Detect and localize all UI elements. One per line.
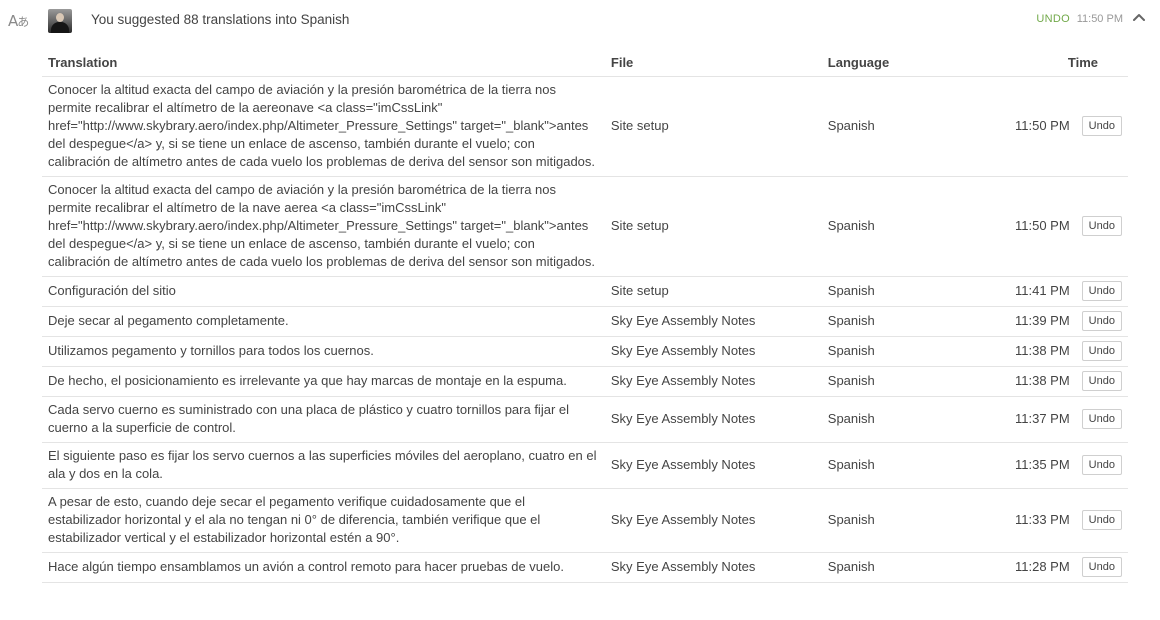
language-cell: Spanish: [821, 442, 984, 489]
time-cell: 11:33 PM: [983, 488, 1076, 553]
action-cell: Undo: [1075, 176, 1128, 277]
column-header-time: Time: [983, 50, 1128, 77]
language-cell: Spanish: [821, 488, 984, 553]
file-cell: Sky Eye Assembly Notes: [604, 396, 822, 443]
table-row: Deje secar al pegamento completamente. Sk…: [42, 306, 1128, 337]
action-cell: Undo: [1075, 366, 1128, 397]
time-cell: 11:38 PM: [983, 336, 1076, 367]
table-row: Utilizamos pegamento y tornillos para to…: [42, 336, 1128, 367]
activity-time: 11:50 PM: [1076, 13, 1123, 25]
file-cell: Site setup: [604, 76, 822, 177]
column-header-file: File: [604, 50, 822, 77]
action-cell: Undo: [1075, 336, 1128, 367]
time-cell: 11:39 PM: [983, 306, 1076, 337]
column-header-translation: Translation: [42, 50, 605, 77]
language-cell: Spanish: [821, 336, 984, 367]
action-cell: Undo: [1075, 276, 1128, 307]
file-cell: Sky Eye Assembly Notes: [604, 336, 822, 367]
file-cell: Sky Eye Assembly Notes: [604, 442, 822, 489]
translation-cell: De hecho, el posicionamiento es irreleva…: [42, 366, 605, 397]
translation-cell: Cada servo cuerno es suministrado con un…: [42, 396, 605, 443]
table-row: Conocer la altitud exacta del campo de a…: [42, 176, 1128, 277]
time-cell: 11:50 PM: [983, 176, 1076, 277]
time-cell: 11:41 PM: [983, 276, 1076, 307]
action-cell: Undo: [1075, 306, 1128, 337]
language-cell: Spanish: [821, 76, 984, 177]
language-cell: Spanish: [821, 276, 984, 307]
time-cell: 11:38 PM: [983, 366, 1076, 397]
time-cell: 11:50 PM: [983, 76, 1076, 177]
action-cell: Undo: [1075, 76, 1128, 177]
table-header-row: Translation File Language Time: [42, 50, 1128, 77]
translation-cell: Utilizamos pegamento y tornillos para to…: [42, 336, 605, 367]
translation-cell: Deje secar al pegamento completamente.: [42, 306, 605, 337]
undo-button[interactable]: Undo: [1081, 510, 1122, 530]
avatar-body: [51, 22, 69, 33]
time-cell: 11:28 PM: [983, 552, 1076, 583]
table-body: Conocer la altitud exacta del campo de a…: [42, 76, 1128, 583]
time-cell: 11:35 PM: [983, 442, 1076, 489]
undo-button[interactable]: Undo: [1081, 557, 1122, 577]
avatar-head: [56, 13, 64, 22]
activity-summary: You suggested 88 translations into Spani…: [91, 12, 350, 27]
undo-button[interactable]: Undo: [1081, 371, 1122, 391]
undo-button[interactable]: Undo: [1081, 409, 1122, 429]
activity-entry: Aあ You suggested 88 translations into Sp…: [0, 0, 1160, 620]
table-row: De hecho, el posicionamiento es irreleva…: [42, 366, 1128, 397]
language-cell: Spanish: [821, 552, 984, 583]
language-cell: Spanish: [821, 366, 984, 397]
translation-cell: Hace algún tiempo ensamblamos un avión a…: [42, 552, 605, 583]
undo-button[interactable]: Undo: [1081, 311, 1122, 331]
table-row: Conocer la altitud exacta del campo de a…: [42, 76, 1128, 177]
undo-button[interactable]: Undo: [1081, 281, 1122, 301]
translation-cell: Conocer la altitud exacta del campo de a…: [42, 176, 605, 277]
language-cell: Spanish: [821, 396, 984, 443]
translation-cell: El siguiente paso es fijar los servo cue…: [42, 442, 605, 489]
file-cell: Sky Eye Assembly Notes: [604, 552, 822, 583]
table-row: Configuración del sitio Site setup Spanish…: [42, 276, 1128, 307]
translate-icon: Aあ: [8, 12, 29, 30]
file-cell: Site setup: [604, 276, 822, 307]
undo-button[interactable]: Undo: [1081, 455, 1122, 475]
chevron-up-icon[interactable]: [1132, 10, 1146, 24]
table-row: El siguiente paso es fijar los servo cue…: [42, 442, 1128, 489]
language-cell: Spanish: [821, 176, 984, 277]
column-header-language: Language: [821, 50, 984, 77]
undo-button[interactable]: Undo: [1081, 116, 1122, 136]
action-cell: Undo: [1075, 396, 1128, 443]
undo-button[interactable]: Undo: [1081, 341, 1122, 361]
action-cell: Undo: [1075, 552, 1128, 583]
file-cell: Site setup: [604, 176, 822, 277]
table-row: Cada servo cuerno es suministrado con un…: [42, 396, 1128, 443]
undo-button[interactable]: Undo: [1081, 216, 1122, 236]
action-cell: Undo: [1075, 442, 1128, 489]
file-cell: Sky Eye Assembly Notes: [604, 306, 822, 337]
time-cell: 11:37 PM: [983, 396, 1076, 443]
translation-cell: Configuración del sitio: [42, 276, 605, 307]
translation-cell: Conocer la altitud exacta del campo de a…: [42, 76, 605, 177]
avatar[interactable]: [48, 9, 72, 33]
language-cell: Spanish: [821, 306, 984, 337]
file-cell: Sky Eye Assembly Notes: [604, 488, 822, 553]
translations-table: Translation File Language Time Conocer l…: [42, 50, 1128, 583]
table-row: Hace algún tiempo ensamblamos un avión a…: [42, 552, 1128, 583]
table-row: A pesar de esto, cuando deje secar el pe…: [42, 488, 1128, 553]
undo-all-link[interactable]: UNDO: [1036, 13, 1070, 25]
action-cell: Undo: [1075, 488, 1128, 553]
translation-cell: A pesar de esto, cuando deje secar el pe…: [42, 488, 605, 553]
file-cell: Sky Eye Assembly Notes: [604, 366, 822, 397]
